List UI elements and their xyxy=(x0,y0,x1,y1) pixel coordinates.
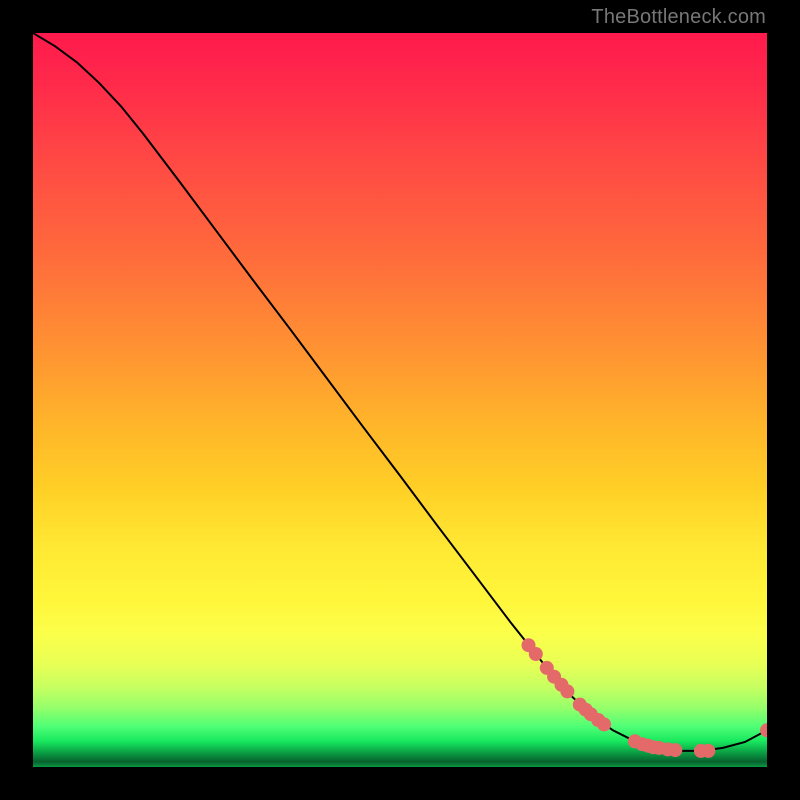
watermark: TheBottleneck.com xyxy=(591,6,766,29)
chart-stage: TheBottleneck.com xyxy=(0,0,800,800)
plot-background xyxy=(33,33,767,767)
